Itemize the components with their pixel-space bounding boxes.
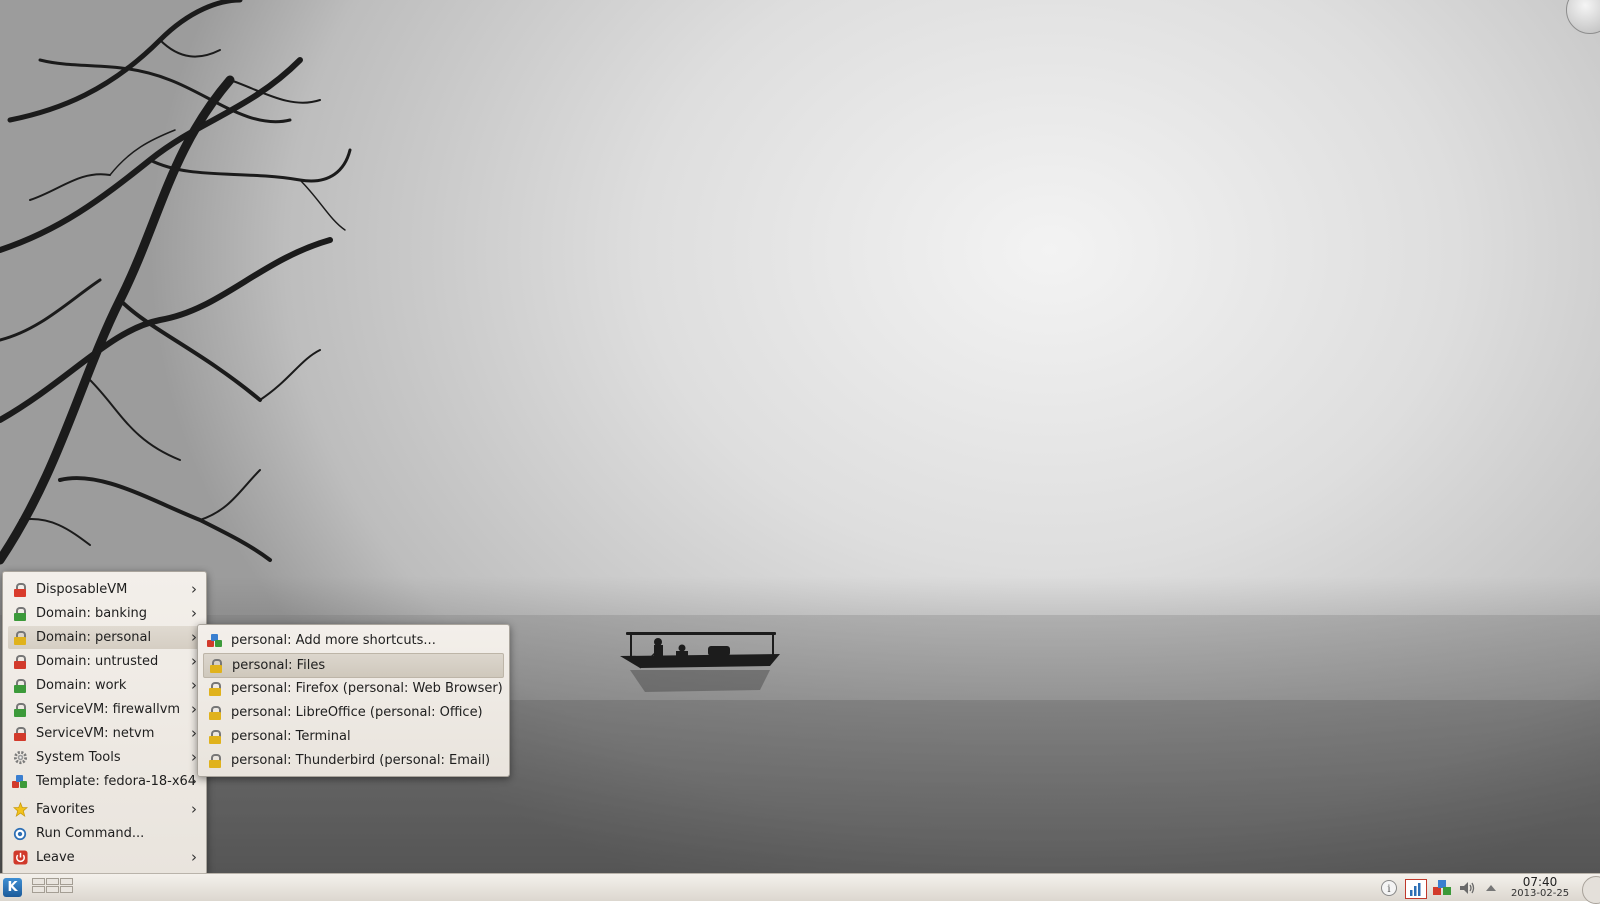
application-launcher-menu: DisposableVM › Domain: banking › Domain:… <box>2 571 207 875</box>
chevron-right-icon: › <box>191 800 197 818</box>
qubes-manager-icon <box>207 633 223 649</box>
gear-icon <box>12 750 28 766</box>
yellow-lock-icon <box>207 681 223 697</box>
menu-item-label: Run Command... <box>36 826 145 841</box>
star-icon <box>12 802 28 818</box>
pager-desktop-5[interactable] <box>46 886 59 893</box>
menu-item-disposablevm[interactable]: DisposableVM › <box>8 578 201 601</box>
submenu-item-terminal[interactable]: personal: Terminal <box>203 725 504 748</box>
clock-time[interactable]: 07:40 <box>1510 875 1570 889</box>
menu-item-label: Domain: personal <box>36 630 152 645</box>
menu-item-label: Domain: banking <box>36 606 148 621</box>
menu-item-favorites[interactable]: Favorites › <box>8 798 201 821</box>
menu-item-domain-untrusted[interactable]: Domain: untrusted › <box>8 650 201 673</box>
green-lock-icon <box>12 678 28 694</box>
clock-date[interactable]: 2013-02-25 <box>1510 888 1570 899</box>
volume-icon[interactable] <box>1458 879 1478 897</box>
run-command-icon <box>12 826 28 842</box>
qubes-template-icon <box>12 774 28 790</box>
menu-item-label: Leave <box>36 850 75 865</box>
pager-desktop-4[interactable] <box>32 886 45 893</box>
domain-personal-submenu: personal: Add more shortcuts... personal… <box>197 624 510 777</box>
pager-desktop-1[interactable] <box>32 878 45 885</box>
menu-item-label: Template: fedora-18-x64 <box>36 774 197 789</box>
menu-item-run-command[interactable]: Run Command... <box>8 822 201 845</box>
menu-item-servicevm-netvm[interactable]: ServiceVM: netvm › <box>8 722 201 745</box>
submenu-item-label: personal: Firefox (personal: Web Browser… <box>231 681 503 696</box>
menu-item-domain-work[interactable]: Domain: work › <box>8 674 201 697</box>
submenu-item-add-shortcuts[interactable]: personal: Add more shortcuts... <box>203 629 504 652</box>
red-lock-icon <box>12 726 28 742</box>
menu-item-domain-personal[interactable]: Domain: personal › <box>8 626 201 649</box>
menu-item-label: ServiceVM: netvm <box>36 726 155 741</box>
network-monitor-icon[interactable] <box>1405 879 1427 899</box>
yellow-lock-icon <box>12 630 28 646</box>
submenu-item-label: personal: LibreOffice (personal: Office) <box>231 705 483 720</box>
yellow-lock-icon <box>207 753 223 769</box>
menu-item-leave[interactable]: Leave › <box>8 846 201 869</box>
green-lock-icon <box>12 702 28 718</box>
submenu-item-files[interactable]: personal: Files <box>203 653 504 678</box>
submenu-item-firefox[interactable]: personal: Firefox (personal: Web Browser… <box>203 677 504 700</box>
disposable-vm-lock-icon <box>12 582 28 598</box>
submenu-item-label: personal: Terminal <box>231 729 351 744</box>
yellow-lock-icon <box>207 729 223 745</box>
qubes-manager-icon[interactable] <box>1432 879 1452 897</box>
submenu-item-label: personal: Add more shortcuts... <box>231 633 436 648</box>
power-icon <box>12 850 28 866</box>
kde-launcher-icon[interactable]: K <box>3 878 22 897</box>
red-lock-icon <box>12 654 28 670</box>
pager-desktop-3[interactable] <box>60 878 73 885</box>
yellow-lock-icon <box>208 658 224 674</box>
menu-item-label: DisposableVM <box>36 582 128 597</box>
pager-desktop-6[interactable] <box>60 886 73 893</box>
pager-desktop-2[interactable] <box>46 878 59 885</box>
chevron-right-icon: › <box>191 580 197 598</box>
virtual-desktop-pager[interactable] <box>32 878 74 898</box>
yellow-lock-icon <box>207 705 223 721</box>
svg-text:i: i <box>1387 884 1390 895</box>
tray-expand-arrow-icon[interactable] <box>1484 879 1498 897</box>
green-lock-icon <box>12 606 28 622</box>
menu-item-label: System Tools <box>36 750 121 765</box>
menu-item-servicevm-firewallvm[interactable]: ServiceVM: firewallvm › <box>8 698 201 721</box>
menu-item-label: Favorites <box>36 802 95 817</box>
taskbar: K i 07:40 2013-02-25 <box>0 873 1600 904</box>
notifications-info-icon[interactable]: i <box>1380 879 1398 897</box>
menu-item-label: ServiceVM: firewallvm <box>36 702 181 717</box>
menu-item-system-tools[interactable]: System Tools › <box>8 746 201 769</box>
chevron-right-icon: › <box>191 848 197 866</box>
submenu-item-thunderbird[interactable]: personal: Thunderbird (personal: Email) <box>203 749 504 772</box>
menu-item-label: Domain: untrusted <box>36 654 159 669</box>
menu-item-label: Domain: work <box>36 678 127 693</box>
chevron-right-icon: › <box>191 604 197 622</box>
submenu-item-label: personal: Thunderbird (personal: Email) <box>231 753 491 768</box>
submenu-item-label: personal: Files <box>232 658 326 673</box>
menu-item-domain-banking[interactable]: Domain: banking › <box>8 602 201 625</box>
menu-item-template-fedora[interactable]: Template: fedora-18-x64 › <box>8 770 201 793</box>
submenu-item-libreoffice[interactable]: personal: LibreOffice (personal: Office) <box>203 701 504 724</box>
